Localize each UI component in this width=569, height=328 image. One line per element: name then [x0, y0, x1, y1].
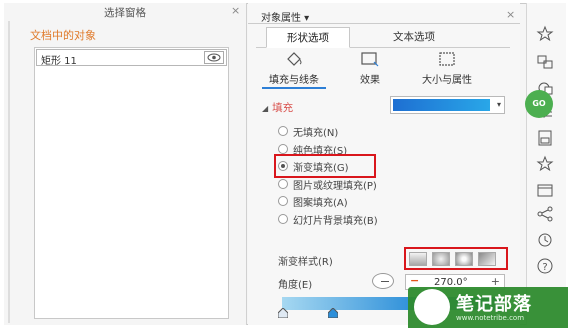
chevron-down-icon: ▾ — [496, 100, 501, 109]
size-icon — [439, 52, 455, 66]
gradient-style-linear-button[interactable] — [409, 252, 427, 266]
angle-dial[interactable] — [372, 273, 394, 289]
history-icon[interactable] — [536, 231, 554, 249]
properties-header-dropdown[interactable]: 对象属性 ▾ — [261, 9, 309, 24]
highlight-gradient-fill — [274, 154, 376, 178]
selection-pane: 选择窗格 × 文档中的对象 矩形 11 — [4, 3, 247, 325]
watermark-title: 笔记部落 — [456, 294, 532, 315]
green-badge[interactable]: GO — [525, 90, 553, 118]
gradient-stop-handle[interactable] — [328, 308, 338, 318]
tab-shape-options[interactable]: 形状选项 — [266, 27, 350, 48]
subtab-effects[interactable]: 效果 — [350, 51, 390, 86]
radio-label: 无填充(N) — [293, 128, 339, 139]
decrement-button[interactable]: − — [410, 274, 419, 287]
radio-label: 幻灯片背景填充(B) — [293, 215, 378, 227]
radio-circle — [278, 196, 288, 206]
radio-circle — [278, 126, 288, 136]
favorite-icon[interactable] — [536, 155, 554, 173]
watermark-logo-icon — [414, 289, 450, 325]
object-name: 矩形 11 — [41, 56, 77, 67]
effects-icon — [361, 52, 379, 67]
share-icon[interactable] — [536, 205, 554, 223]
gradient-style-label: 渐变样式(R) — [278, 257, 333, 268]
selection-pane-title: 选择窗格 — [104, 7, 146, 19]
svg-text:?: ? — [542, 262, 547, 273]
subtab-label: 填充与线条 — [262, 71, 326, 89]
object-list: 矩形 11 — [34, 47, 229, 319]
help-icon[interactable]: ? — [536, 257, 554, 275]
radio-circle — [278, 143, 288, 154]
save-icon[interactable] — [536, 129, 554, 147]
angle-label: 角度(E) — [278, 280, 313, 291]
eye-icon[interactable] — [204, 51, 224, 64]
properties-pane: 对象属性 ▾ × 形状选项 文本选项 填充与线条 效果 大小与属性 ◢ 填充 ▾… — [248, 3, 520, 325]
header-divider — [248, 23, 520, 24]
radio-circle — [278, 213, 288, 224]
main-tabs: 形状选项 文本选项 — [256, 27, 510, 48]
radio-label: 图案填充(A) — [293, 198, 348, 209]
close-icon[interactable]: × — [506, 8, 515, 21]
subtab-label: 大小与属性 — [422, 75, 472, 86]
watermark-url: www.notetribe.com — [456, 314, 525, 322]
objects-section-title: 文档中的对象 — [30, 29, 96, 42]
subtab-label: 效果 — [360, 75, 380, 86]
sub-tabs: 填充与线条 效果 大小与属性 — [258, 51, 508, 91]
gradient-style-radial-button[interactable] — [432, 252, 450, 266]
subtab-size-and-properties[interactable]: 大小与属性 — [412, 51, 482, 86]
fill-section-title: 填充 — [272, 102, 294, 114]
gradient-style-path-button[interactable] — [478, 252, 496, 266]
close-icon[interactable]: × — [231, 4, 240, 17]
star-icon[interactable] — [536, 25, 554, 43]
tab-text-options[interactable]: 文本选项 — [372, 27, 456, 48]
selection-pane-header: 选择窗格 × — [4, 3, 246, 23]
paint-bucket-icon — [287, 52, 302, 66]
gradient-stop-handle[interactable] — [278, 308, 288, 318]
pane-divider — [8, 21, 10, 323]
subtab-fill-and-line[interactable]: 填充与线条 — [262, 51, 326, 89]
collapse-triangle-icon: ◢ — [262, 104, 269, 113]
library-icon[interactable] — [536, 181, 554, 199]
right-toolbar: ? — [526, 3, 566, 325]
gradient-swatch — [393, 99, 490, 111]
fill-section-header[interactable]: ◢ 填充 — [262, 100, 293, 115]
gradient-style-rect-button[interactable] — [455, 252, 473, 266]
fill-color-dropdown[interactable]: ▾ — [390, 96, 505, 114]
radio-label: 图片或纹理填充(P) — [293, 180, 377, 192]
shapes-icon[interactable] — [536, 53, 554, 71]
list-item[interactable]: 矩形 11 — [36, 49, 227, 67]
radio-circle — [278, 178, 288, 189]
